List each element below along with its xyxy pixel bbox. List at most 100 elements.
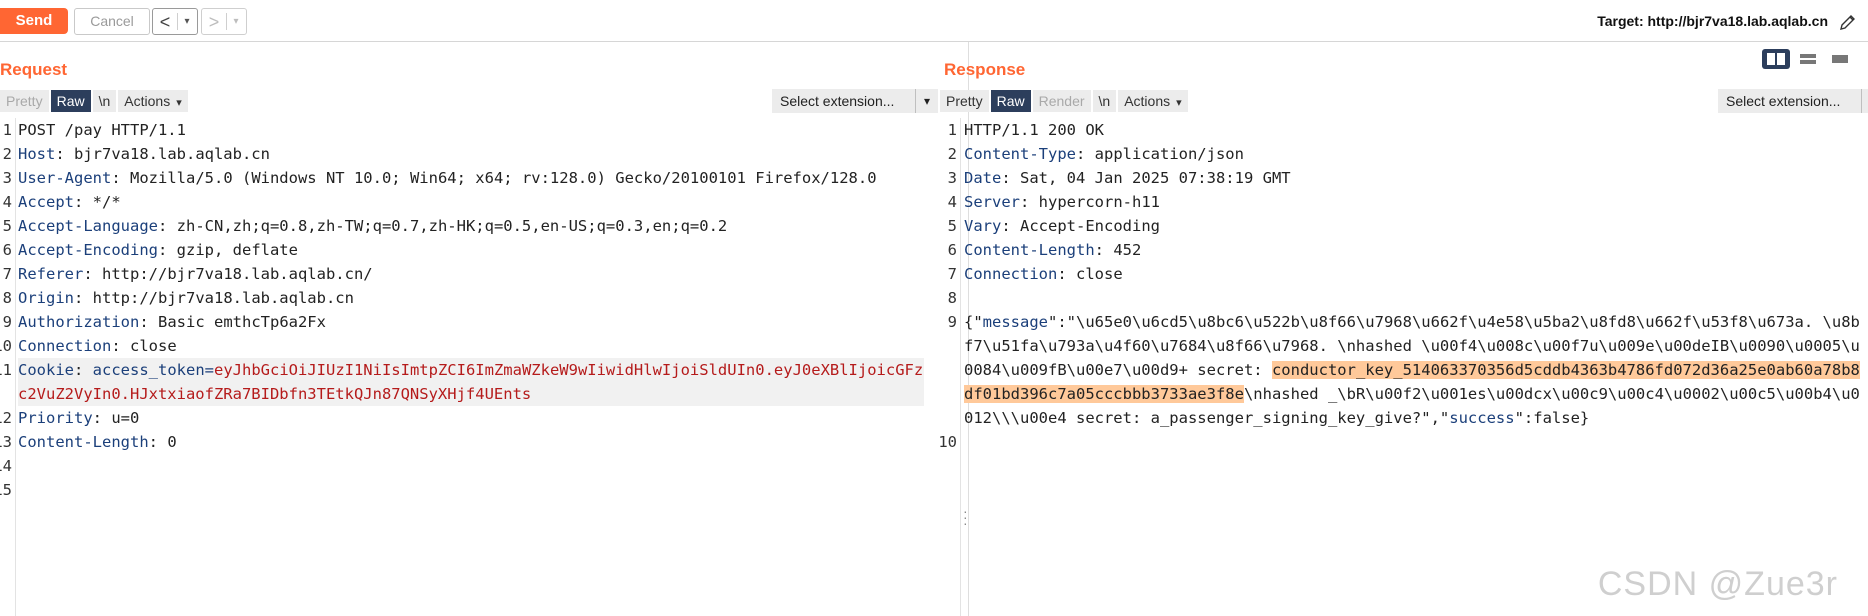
request-code-line[interactable]: Accept: */*	[18, 190, 924, 214]
chevron-down-icon: ▾	[914, 89, 930, 113]
request-code-line[interactable]: Authorization: Basic emthcTp6a2Fx	[18, 310, 924, 334]
response-code-line[interactable]: Content-Type: application/json	[964, 142, 1860, 166]
send-button[interactable]: Send	[0, 8, 68, 34]
header-colon: :	[139, 313, 149, 331]
response-code-line[interactable]	[964, 430, 1860, 454]
header-colon: :	[92, 409, 102, 427]
response-code-line[interactable]: Vary: Accept-Encoding	[964, 214, 1860, 238]
back-arrow-icon[interactable]: <	[153, 10, 177, 34]
response-code-line[interactable]: HTTP/1.1 200 OK	[964, 118, 1860, 142]
request-code-line[interactable]: Content-Length: 0	[18, 430, 924, 454]
request-code[interactable]: POST /pay HTTP/1.1 Host: bjr7va18.lab.aql…	[18, 118, 924, 502]
header-value: 452	[1104, 241, 1142, 259]
cancel-button[interactable]: Cancel	[74, 8, 150, 35]
request-code-line[interactable]: POST /pay HTTP/1.1	[18, 118, 924, 142]
edit-target-pencil-icon[interactable]	[1838, 12, 1858, 32]
header-value: http://bjr7va18.lab.aqlab.cn/	[92, 265, 373, 283]
request-tab-raw[interactable]: Raw	[50, 90, 91, 112]
response-tab-label: Pretty	[946, 93, 983, 109]
request-code-line[interactable]	[18, 478, 924, 502]
response-code-line[interactable]: Server: hypercorn-h11	[964, 190, 1860, 214]
json-key-message: message	[982, 313, 1048, 331]
request-line-number: 1	[2, 121, 12, 139]
request-line-gutter: 123456789101112131415	[0, 118, 16, 616]
request-editor[interactable]: 123456789101112131415 POST /pay HTTP/1.1…	[0, 118, 928, 616]
request-line-number: 8	[2, 289, 12, 307]
layout-tabs-icon[interactable]	[1826, 49, 1854, 69]
request-code-line[interactable]: Cookie: access_token=eyJhbGciOiJIUzI1NiI…	[18, 358, 924, 406]
response-code-line[interactable]: Date: Sat, 04 Jan 2025 07:38:19 GMT	[964, 166, 1860, 190]
header-name: User-Agent	[18, 169, 112, 187]
request-tab-newline[interactable]: \n	[92, 90, 117, 112]
header-name: Referer	[18, 265, 84, 283]
chevron-down-icon: ▾	[176, 97, 182, 109]
request-code-line[interactable]: Connection: close	[18, 334, 924, 358]
response-line-number: 9	[947, 313, 957, 331]
json-colon: ":	[1048, 313, 1067, 331]
response-line-number: 8	[947, 289, 957, 307]
header-value: access_token=	[83, 361, 214, 379]
request-code-line[interactable]: Accept-Language: zh-CN,zh;q=0.8,zh-TW;q=…	[18, 214, 924, 238]
header-colon: :	[157, 241, 168, 259]
header-name: Host	[18, 145, 56, 163]
response-line-number: 2	[947, 145, 957, 163]
response-select-extension[interactable]: Select extension... ▾	[1718, 89, 1868, 113]
header-name: Connection	[964, 265, 1058, 283]
response-tab-label: Raw	[996, 93, 1025, 109]
response-code-line[interactable]: Content-Length: 452	[964, 238, 1860, 262]
request-code-line[interactable]: Priority: u=0	[18, 406, 924, 430]
response-code-line[interactable]: {"message":"\u65e0\u6cd5\u8bc6\u522b\u8f…	[964, 310, 1860, 430]
layout-stacked-icon[interactable]	[1794, 49, 1822, 69]
response-line-number: 7	[947, 265, 957, 283]
header-name: Server	[964, 193, 1020, 211]
back-dropdown-icon[interactable]: ▾	[177, 13, 196, 30]
response-tab-label: Actions	[1124, 93, 1171, 109]
response-tab-newline[interactable]: \n	[1092, 90, 1117, 112]
response-tab-label: \n	[1098, 93, 1111, 109]
response-select-extension-label: Select extension...	[1726, 93, 1841, 109]
header-value: 0	[158, 433, 177, 451]
response-tab-raw[interactable]: Raw	[990, 90, 1031, 112]
response-line-gutter: 1 2 3 4 5 6 7 8 9 10	[938, 118, 961, 616]
plain-text: POST /pay HTTP/1.1	[18, 121, 186, 139]
request-tab-actions[interactable]: Actions ▾	[118, 90, 188, 112]
header-name: Vary	[964, 217, 1002, 235]
response-code-line[interactable]	[964, 286, 1860, 310]
header-colon: :	[111, 337, 121, 355]
response-editor[interactable]: 1 2 3 4 5 6 7 8 9 10 HTTP/1.1 200 OK Content-Type:…	[938, 118, 1866, 616]
header-value: http://bjr7va18.lab.aqlab.cn	[83, 289, 354, 307]
response-code-line[interactable]: Connection: close	[964, 262, 1860, 286]
request-code-line[interactable]: User-Agent: Mozilla/5.0 (Windows NT 10.0…	[18, 166, 924, 190]
request-line-number: 6	[2, 241, 12, 259]
request-code-line[interactable]	[18, 454, 924, 478]
request-tab-pretty[interactable]: Pretty	[0, 90, 49, 112]
header-value: Accept-Encoding	[1010, 217, 1160, 235]
layout-side-by-side-icon[interactable]	[1762, 49, 1790, 69]
response-tab-render[interactable]: Render	[1032, 90, 1091, 112]
request-code-line[interactable]: Host: bjr7va18.lab.aqlab.cn	[18, 142, 924, 166]
request-pane-title: Request	[0, 60, 68, 79]
header-name: Accept-Encoding	[18, 241, 158, 259]
header-value: hypercorn-h11	[1029, 193, 1160, 211]
history-back-group[interactable]: < ▾	[152, 8, 198, 35]
header-colon: :	[1094, 241, 1104, 259]
forward-dropdown-icon[interactable]: ▾	[226, 13, 245, 30]
request-line-number: 9	[2, 313, 12, 331]
request-code-line[interactable]: Referer: http://bjr7va18.lab.aqlab.cn/	[18, 262, 924, 286]
response-tab-actions[interactable]: Actions ▾	[1118, 90, 1188, 112]
request-line-number: 15	[0, 481, 12, 499]
response-tab-pretty[interactable]: Pretty	[940, 90, 989, 112]
forward-arrow-icon[interactable]: >	[202, 10, 226, 34]
request-tabbar: Pretty Raw \n Actions ▾	[0, 90, 188, 112]
header-colon: :	[74, 289, 84, 307]
request-line-number: 13	[0, 433, 12, 451]
request-line-number: 7	[2, 265, 12, 283]
request-line-number: 5	[2, 217, 12, 235]
request-code-line[interactable]: Origin: http://bjr7va18.lab.aqlab.cn	[18, 286, 924, 310]
history-forward-group[interactable]: > ▾	[201, 8, 247, 35]
response-code[interactable]: HTTP/1.1 200 OK Content-Type: application…	[964, 118, 1860, 454]
request-code-line[interactable]: Accept-Encoding: gzip, deflate	[18, 238, 924, 262]
request-select-extension[interactable]: Select extension... ▾	[772, 89, 938, 113]
chevron-down-icon: ▾	[1176, 97, 1182, 109]
header-name: Connection	[18, 337, 112, 355]
